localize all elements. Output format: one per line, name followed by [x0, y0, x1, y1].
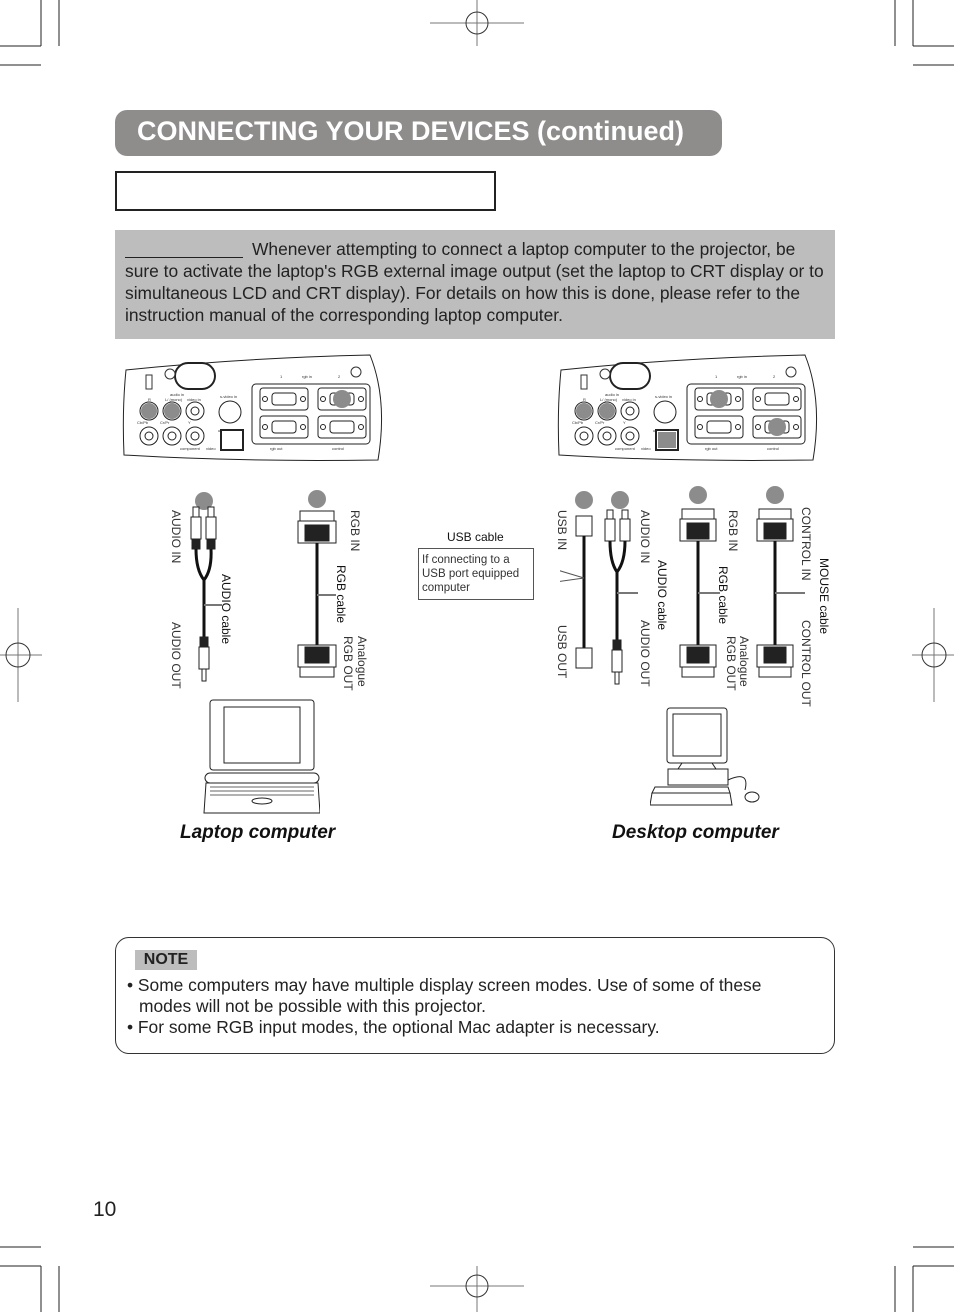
vga-plug-bottom [297, 644, 337, 678]
svg-text:Cb/Pb: Cb/Pb [137, 420, 149, 425]
svg-text:s-video in: s-video in [655, 394, 672, 399]
svg-text:video in: video in [622, 397, 636, 402]
connection-marker [710, 390, 728, 408]
projector-panel-desktop: audio inR L/ (mono) video ins-video inCb/P… [557, 354, 818, 461]
desktop-control-in-label: CONTROL IN [799, 507, 813, 581]
svg-text:rgb out: rgb out [270, 446, 283, 451]
svg-text:Cr/Pr: Cr/Pr [595, 420, 605, 425]
connection-marker [658, 432, 676, 448]
svg-text:rgb in: rgb in [302, 374, 312, 379]
svg-text:component: component [615, 446, 636, 451]
svg-text:rgb out: rgb out [705, 446, 718, 451]
desktop-usb-out-label: USB OUT [555, 625, 569, 679]
desktop-audio-cable-label: AUDIO cable [655, 560, 669, 631]
audio-cable-line [194, 548, 213, 637]
svg-text:L/ (mono): L/ (mono) [600, 397, 618, 402]
svg-text:Y: Y [188, 420, 191, 425]
vga-plug-top [297, 510, 337, 544]
desktop-mouse-cable-label: MOUSE cable [817, 558, 831, 635]
svg-text:control: control [767, 446, 779, 451]
note-item: • Some computers may have multiple displ… [127, 975, 762, 995]
projector-panel-laptop: audio inR L/ (mono) video ins-video inCb/P… [122, 354, 383, 461]
usb-in-marker [575, 491, 593, 509]
page-number: 10 [93, 1198, 117, 1221]
rgb-in-marker [689, 486, 707, 504]
svg-text:Cb/Pb: Cb/Pb [572, 420, 584, 425]
usb-plug-bottom [575, 647, 593, 669]
connection-marker [599, 403, 615, 419]
laptop-rgb-cable-label: RGB cable [334, 565, 348, 624]
note-item: • For some RGB input modes, the optional… [127, 1017, 660, 1037]
connection-marker [164, 403, 180, 419]
laptop-caption: Laptop computer [180, 822, 336, 843]
svg-text:control: control [332, 446, 344, 451]
svg-text:video: video [641, 446, 651, 451]
laptop-computer-icon [203, 699, 320, 814]
connection-marker [768, 418, 786, 436]
subheading-box [115, 171, 496, 211]
usb-callout: If connecting to a USB port equipped com… [418, 548, 534, 600]
desktop-caption: Desktop computer [612, 822, 779, 843]
connection-marker [576, 403, 592, 419]
svg-text:video in: video in [187, 397, 201, 402]
desktop-usb-in-label: USB IN [555, 510, 569, 551]
connection-marker [141, 403, 157, 419]
desktop-cables [560, 486, 805, 685]
control-in-marker [766, 486, 784, 504]
desktop-control-out-label: CONTROL OUT [799, 620, 813, 707]
usb-plug-top [575, 515, 593, 537]
laptop-rgb-in-label: RGB IN [348, 510, 362, 552]
desktop-rgb-out-label: RGB OUT [724, 636, 738, 691]
desktop-audio-in-label: AUDIO IN [638, 510, 652, 564]
svg-text:video: video [206, 446, 216, 451]
desktop-computer-icon [650, 707, 760, 806]
desktop-audio-out-label: AUDIO OUT [638, 620, 652, 687]
audio-in-marker [611, 491, 629, 509]
note-item: modes will not be possible with this pro… [139, 996, 487, 1016]
desktop-rgb-cable-label: RGB cable [716, 566, 730, 625]
note-tag: NOTE [135, 950, 197, 970]
svg-text:R: R [583, 397, 586, 402]
svg-text:rgb in: rgb in [737, 374, 747, 379]
laptop-rgb-out-label: RGB OUT [341, 636, 355, 691]
connection-marker [333, 390, 351, 408]
svg-text:L/ (mono): L/ (mono) [165, 397, 183, 402]
mini-jack-plug [198, 636, 210, 682]
usb-callout-pointer [560, 570, 585, 582]
svg-text:Cr/Pr: Cr/Pr [160, 420, 170, 425]
desktop-analogue-label: Analogue [737, 636, 751, 687]
laptop-audio-cable-label: AUDIO cable [219, 574, 233, 645]
warning-text: Whenever attempting to connect a laptop … [125, 239, 824, 325]
rgb-in-marker [308, 490, 326, 508]
laptop-audio-in-label: AUDIO IN [169, 510, 183, 564]
svg-text:s-video in: s-video in [220, 394, 237, 399]
page-title: CONNECTING YOUR DEVICES (continued) [137, 116, 685, 146]
svg-text:Y: Y [623, 420, 626, 425]
svg-text:component: component [180, 446, 201, 451]
svg-text:R: R [148, 397, 151, 402]
rca-dual-plug [190, 506, 217, 550]
desktop-rgb-in-label: RGB IN [726, 510, 740, 552]
laptop-analogue-label: Analogue [355, 636, 369, 687]
laptop-audio-out-label: AUDIO OUT [169, 622, 183, 689]
usb-cable-title: USB cable [447, 530, 504, 544]
